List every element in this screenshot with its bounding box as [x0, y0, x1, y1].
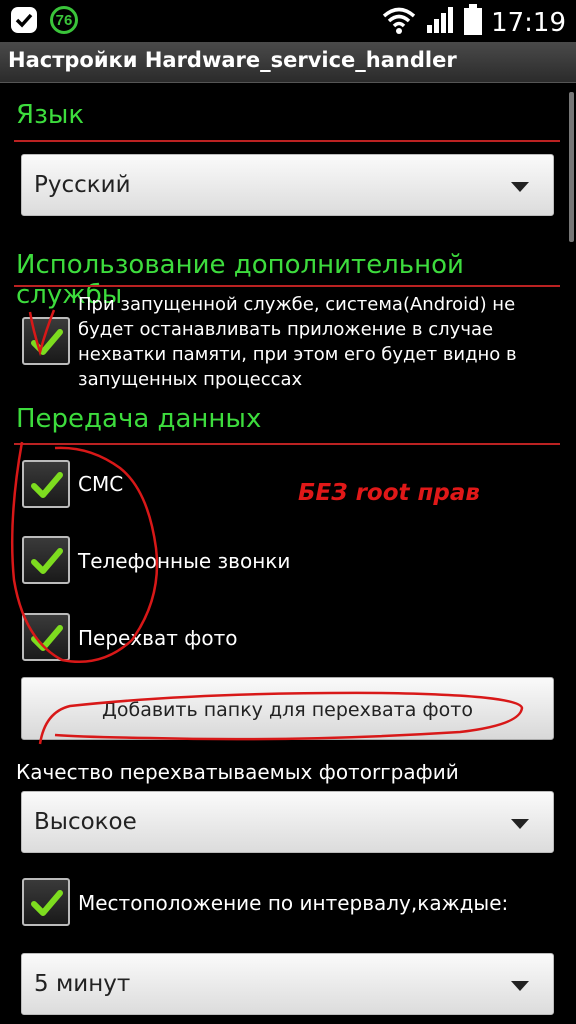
page-title: Настройки Hardware_service_handler: [8, 48, 457, 72]
add-folder-button[interactable]: Добавить папку для перехвата фото: [21, 677, 554, 740]
dropdown-arrow-icon: [511, 819, 529, 829]
quality-label: Качество перехватываемых фотоrграфий: [16, 760, 459, 784]
wifi-icon: [381, 5, 417, 40]
add-folder-button-label: Добавить папку для перехвата фото: [102, 699, 473, 721]
dropdown-arrow-icon: [511, 182, 529, 192]
quality-spinner[interactable]: Высокое: [21, 791, 554, 853]
section-divider: [14, 443, 560, 445]
location-label: Местоположение по интервалу,каждые:: [78, 891, 509, 915]
calls-checkbox[interactable]: [22, 536, 70, 584]
location-checkbox[interactable]: [22, 878, 70, 926]
title-bar: Настройки Hardware_service_handler: [0, 42, 576, 83]
battery-level-icon: 76: [50, 6, 78, 34]
status-bar: 76 17:19: [0, 0, 576, 42]
signal-icon: [425, 5, 455, 40]
photo-checkbox[interactable]: [22, 613, 70, 661]
language-spinner[interactable]: Русский: [21, 154, 554, 216]
scrollbar[interactable]: [569, 92, 574, 242]
status-time: 17:19: [491, 7, 566, 38]
check-notification-icon: [8, 4, 40, 36]
spinner-value: Русский: [34, 172, 131, 198]
section-header-language: Язык: [16, 100, 85, 130]
section-divider: [14, 285, 560, 287]
spinner-value: Высокое: [34, 809, 137, 835]
dropdown-arrow-icon: [511, 981, 529, 991]
service-checkbox-label: При запущенной службе, система(Android) …: [78, 294, 517, 390]
calls-label: Телефонные звонки: [78, 549, 291, 573]
photo-label: Перехват фото: [78, 626, 238, 650]
spinner-value: 5 минут: [34, 971, 131, 997]
sms-label: СМС: [78, 472, 124, 496]
battery-icon: [463, 4, 483, 41]
interval-spinner[interactable]: 5 минут: [21, 953, 554, 1015]
service-checkbox[interactable]: [22, 317, 70, 365]
section-divider: [14, 140, 560, 142]
section-header-data: Передача данных: [16, 404, 262, 434]
annotation-no-root-text: БЕЗ root прав: [298, 480, 480, 506]
sms-checkbox[interactable]: [22, 460, 70, 508]
